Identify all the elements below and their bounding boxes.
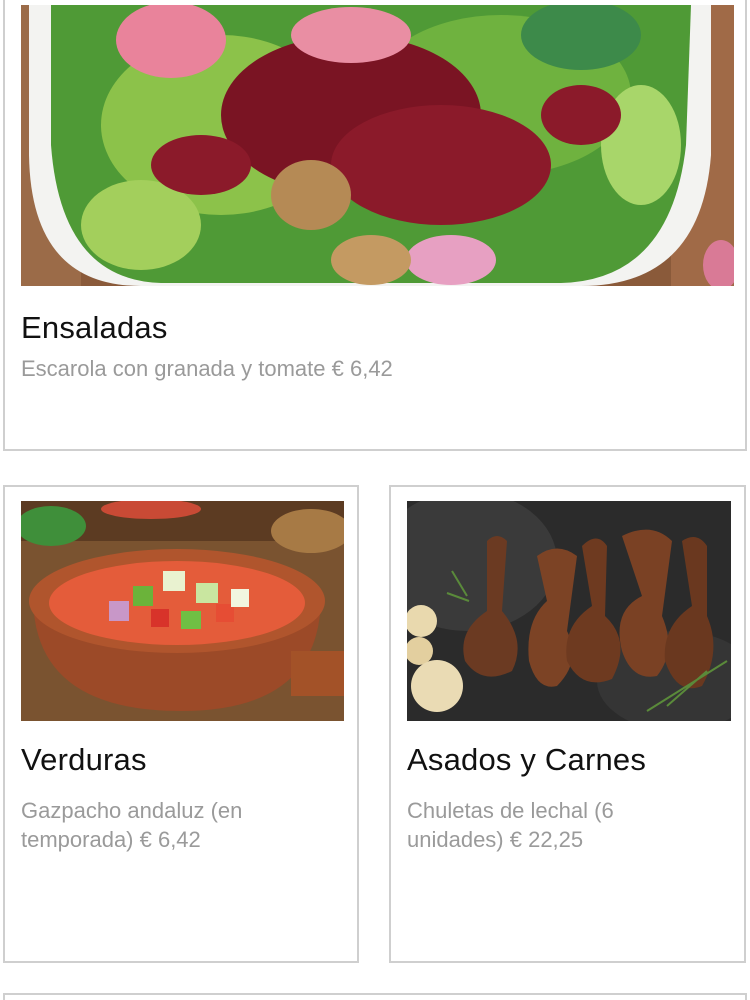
card-title: Ensaladas <box>21 310 168 345</box>
category-card-ensaladas[interactable]: Ensaladas Escarola con granada y tomate … <box>3 0 747 451</box>
gazpacho-bowl-image <box>21 501 344 721</box>
menu-page: Ensaladas Escarola con granada y tomate … <box>0 0 750 1000</box>
card-description: Escarola con granada y tomate € 6,42 <box>21 356 393 381</box>
salad-bowl-image <box>21 5 734 286</box>
card-description: Gazpacho andaluz (en temporada) € 6,42 <box>21 798 243 852</box>
card-title: Asados y Carnes <box>407 742 647 777</box>
card-title: Verduras <box>21 742 147 777</box>
lamb-chops-image <box>407 501 731 721</box>
category-card-verduras[interactable]: Verduras Gazpacho andaluz (en temporada)… <box>3 485 359 963</box>
category-card-asados-y-carnes[interactable]: Asados y Carnes Chuletas de lechal (6 un… <box>389 485 746 963</box>
card-description: Chuletas de lechal (6 unidades) € 22,25 <box>407 798 614 852</box>
category-card-next[interactable] <box>3 993 747 1000</box>
